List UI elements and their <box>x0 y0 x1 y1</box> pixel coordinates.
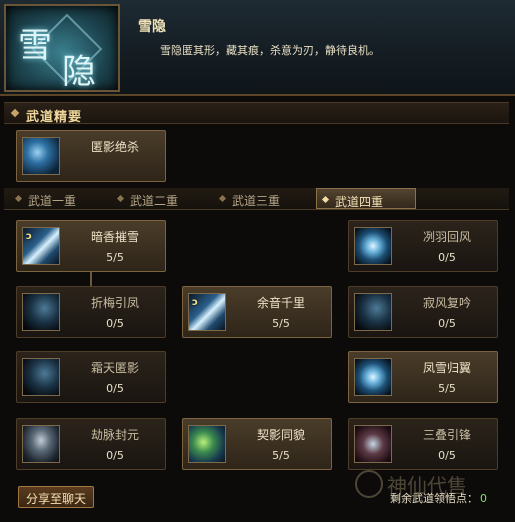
skill-level: 0/5 <box>106 382 124 395</box>
tab-bullet-icon <box>321 195 330 204</box>
skill-name: 余音千里 <box>256 296 305 310</box>
red-ghost-icon <box>354 425 392 463</box>
light-slash-icon: ↄ <box>188 293 226 331</box>
essentials-card-name: 匿影绝杀 <box>90 140 139 154</box>
skill-level: 5/5 <box>438 382 456 395</box>
skill-badge-icon: ↄ <box>26 231 32 242</box>
skill-name: 劫脉封元 <box>90 428 139 442</box>
tab-bullet-icon <box>116 194 125 203</box>
remaining-points-value: 0 <box>480 492 487 505</box>
emblem-char-1: 雪 <box>18 26 52 66</box>
skill-name: 契影同貌 <box>256 428 305 442</box>
dark-slash-icon <box>22 293 60 331</box>
remaining-points: 剩余武道领悟点： 0 <box>390 490 487 506</box>
tab-label: 武道二重 <box>130 194 179 208</box>
tab-tier-4[interactable]: 武道四重 <box>316 188 416 209</box>
dark-swirl-icon <box>22 358 60 396</box>
skill-card[interactable]: ↄ 暗香摧雪 5/5 <box>16 220 166 272</box>
skill-card[interactable]: 寂风复吟 0/5 <box>348 286 498 338</box>
tab-tier-3[interactable]: 武道三重 <box>214 188 314 209</box>
tier-tabs: 武道一重 武道二重 武道三重 武道四重 <box>4 188 509 210</box>
share-to-chat-button[interactable]: 分享至聊天 <box>18 486 94 508</box>
skill-name: 折梅引凤 <box>90 296 139 310</box>
skill-card[interactable]: 契影同貌 5/5 <box>182 418 332 470</box>
essentials-section-bar: 武道精要 <box>4 102 509 125</box>
skill-card[interactable]: 霜天匿影 0/5 <box>16 351 166 403</box>
essentials-section-label: 武道精要 <box>26 110 83 125</box>
skill-name: 霜天匿影 <box>90 361 139 375</box>
skill-badge-icon: ↄ <box>192 297 198 308</box>
skill-card[interactable]: 冽羽回风 0/5 <box>348 220 498 272</box>
skill-card[interactable]: 劫脉封元 0/5 <box>16 418 166 470</box>
skill-level: 5/5 <box>272 449 290 462</box>
light-slash-icon: ↄ <box>22 227 60 265</box>
skill-name: 暗香摧雪 <box>90 230 139 244</box>
skill-level: 0/5 <box>106 317 124 330</box>
tab-bullet-icon <box>14 194 23 203</box>
skill-level: 5/5 <box>272 317 290 330</box>
skill-name: 冽羽回风 <box>422 230 471 244</box>
swirl-wind-icon <box>354 358 392 396</box>
swirl-wind-icon <box>354 227 392 265</box>
green-swirl-icon <box>188 425 226 463</box>
remaining-points-label: 剩余武道领悟点： <box>390 492 478 505</box>
diamond-bullet-icon <box>10 108 20 118</box>
skill-name: 三叠引锋 <box>422 428 471 442</box>
tab-label: 武道一重 <box>28 194 77 208</box>
skill-card[interactable]: 三叠引锋 0/5 <box>348 418 498 470</box>
dark-burst-icon <box>354 293 392 331</box>
essentials-card[interactable]: 匿影绝杀 <box>16 130 166 182</box>
tab-label: 武道四重 <box>335 195 384 209</box>
tab-tier-1[interactable]: 武道一重 <box>10 188 110 209</box>
skill-name: 寂风复吟 <box>422 296 471 310</box>
skill-connector <box>90 270 92 286</box>
skill-level: 0/5 <box>438 317 456 330</box>
tab-label: 武道三重 <box>232 194 281 208</box>
tab-bullet-icon <box>218 194 227 203</box>
skill-card[interactable]: ↄ 余音千里 5/5 <box>182 286 332 338</box>
skill-header: 雪 隐 雪隐 雪隐匿其形，藏其痕，杀意为刃，静待良机。 <box>0 0 515 96</box>
blue-orb-icon <box>22 137 60 175</box>
watermark-emblem-icon <box>355 470 383 498</box>
ghost-face-icon <box>22 425 60 463</box>
skill-level: 5/5 <box>106 251 124 264</box>
skill-level: 0/5 <box>438 251 456 264</box>
tab-tier-2[interactable]: 武道二重 <box>112 188 212 209</box>
skill-description: 雪隐匿其形，藏其痕，杀意为刃，静待良机。 <box>160 44 380 57</box>
skill-level: 0/5 <box>106 449 124 462</box>
skill-level: 0/5 <box>438 449 456 462</box>
skill-card[interactable]: 折梅引凤 0/5 <box>16 286 166 338</box>
skill-emblem: 雪 隐 <box>4 4 120 92</box>
skill-card[interactable]: 凤雪归翼 5/5 <box>348 351 498 403</box>
skill-title: 雪隐 <box>138 19 166 35</box>
emblem-char-2: 隐 <box>62 52 96 92</box>
skill-name: 凤雪归翼 <box>422 361 471 375</box>
